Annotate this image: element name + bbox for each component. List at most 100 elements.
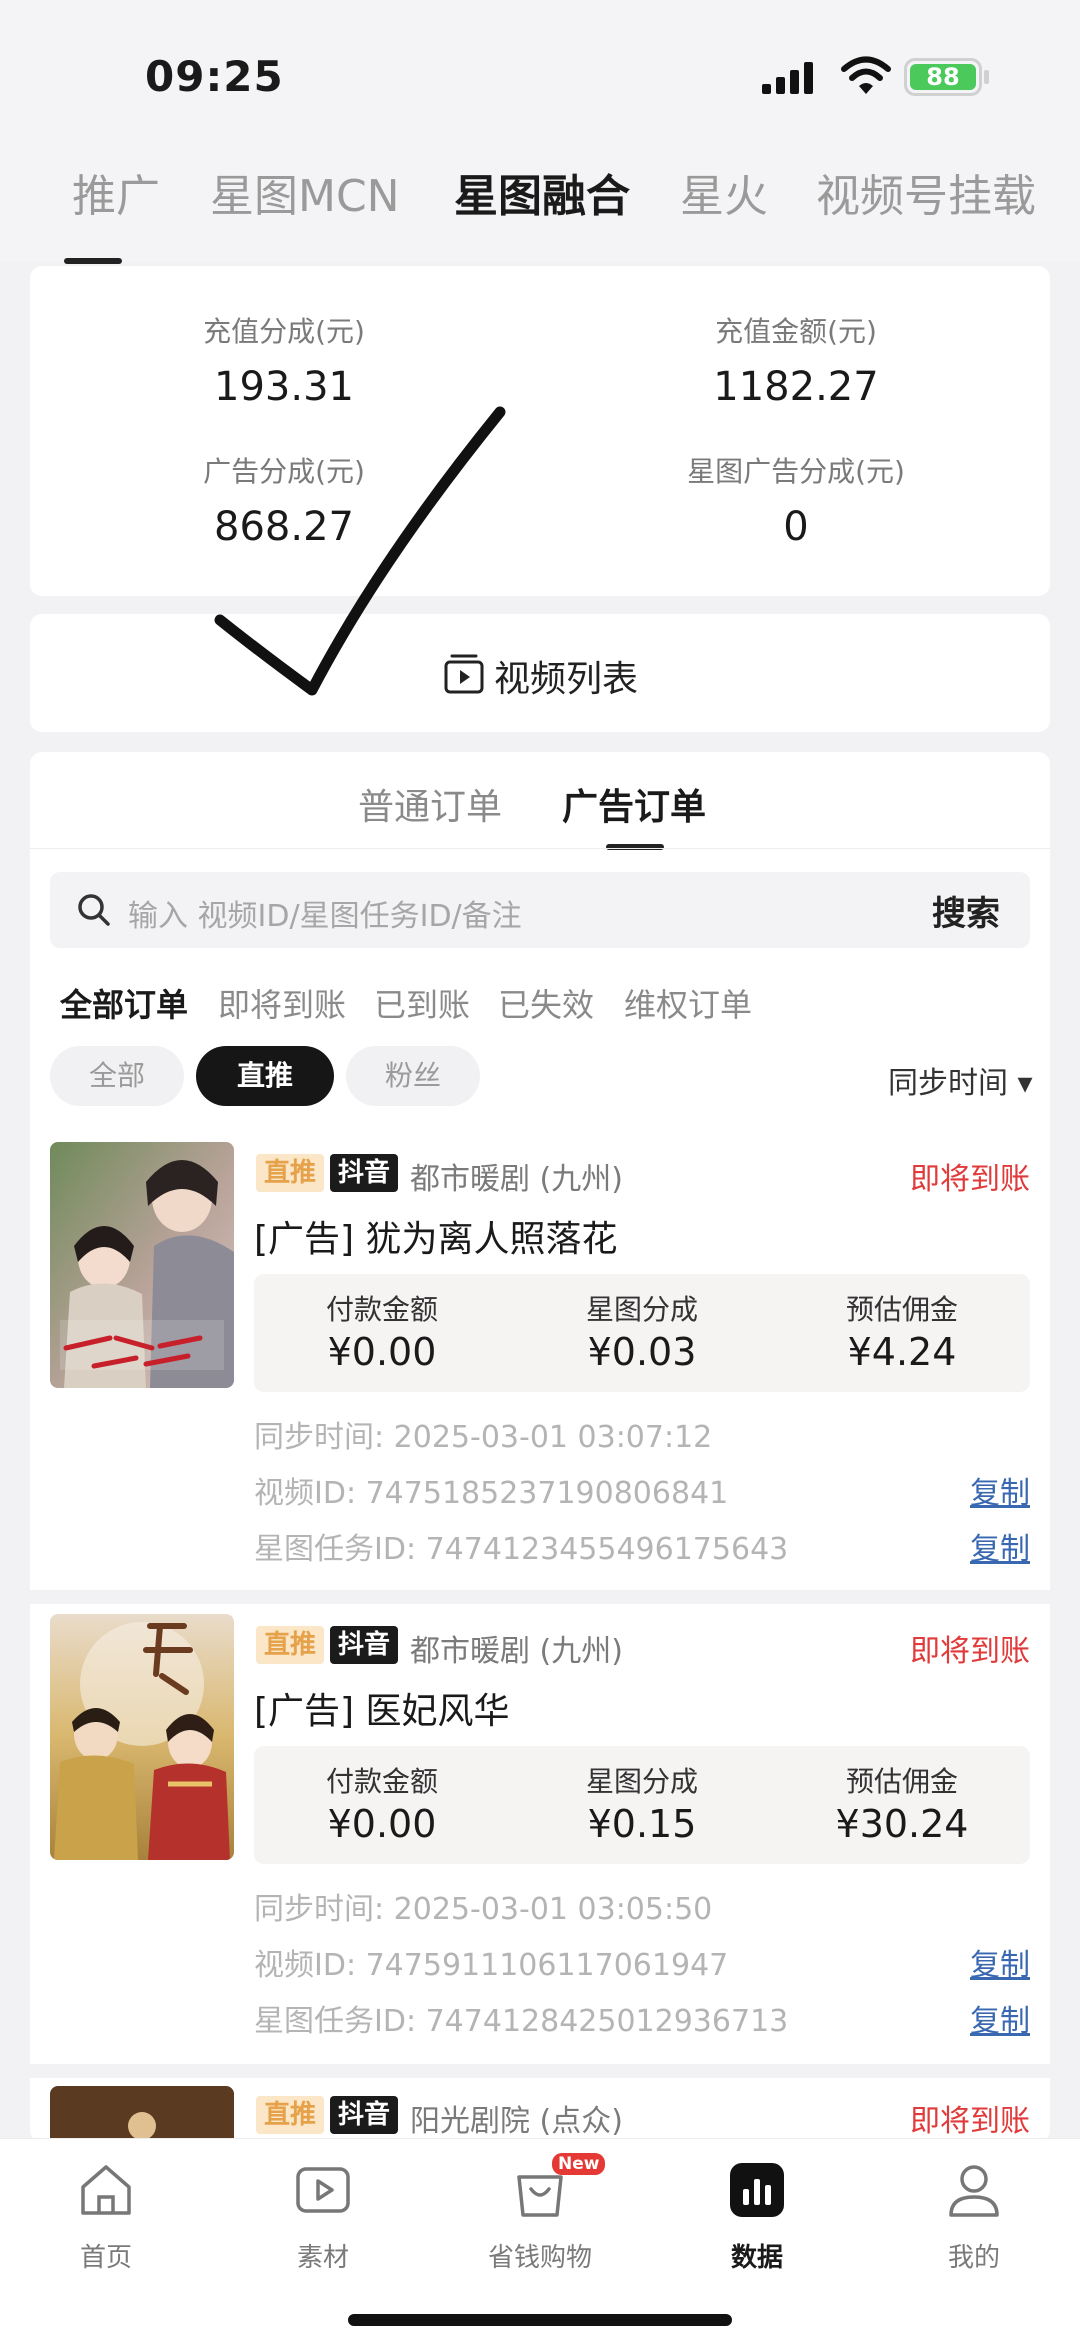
order-category: 都市暖剧 (九州)	[410, 1634, 623, 1669]
divider	[30, 848, 1050, 849]
search-input[interactable]: 输入 视频ID/星图任务ID/备注	[128, 891, 522, 935]
order-title: [广告] 犹为离人照落花	[254, 1219, 618, 1260]
video-id: 视频ID: 7475911106117061947	[254, 1948, 729, 1983]
copy-task-id-button[interactable]: 复制	[970, 1996, 1030, 2040]
earnings-summary-card: 充值分成(元) 193.31 充值金额(元) 1182.27 广告分成(元) 8…	[30, 266, 1050, 596]
drama-cover-image	[50, 2086, 234, 2138]
copy-video-id-button[interactable]: 复制	[970, 1468, 1030, 1512]
summary-label: 充值分成(元)	[203, 315, 365, 348]
filter-expired[interactable]: 已失效	[498, 980, 594, 1026]
tag-direct: 直推	[256, 1154, 325, 1192]
stat-value: ¥0.00	[327, 1802, 437, 1846]
nav-data[interactable]: 数据	[687, 2159, 827, 2274]
separator	[0, 2064, 1080, 2078]
chip-all[interactable]: 全部	[50, 1046, 184, 1106]
video-list-label: 视频列表	[494, 659, 639, 700]
stat-value: ¥30.24	[835, 1802, 969, 1846]
order-tab-indicator	[606, 844, 664, 850]
nav-home[interactable]: 首页	[36, 2159, 176, 2274]
summary-value: 0	[783, 504, 809, 550]
chip-direct[interactable]: 直推	[196, 1046, 334, 1106]
tab-ad-orders[interactable]: 广告订单	[562, 778, 706, 830]
cellular-signal-icon	[762, 62, 813, 94]
task-id: 星图任务ID: 7474128425012936713	[254, 2004, 789, 2039]
battery-level: 88	[910, 64, 976, 90]
order-category: 阳光剧院 (点众)	[410, 2104, 623, 2138]
nav-profile-label: 我的	[947, 2243, 1000, 2273]
sync-time: 同步时间: 2025-03-01 03:07:12	[254, 1420, 713, 1455]
drama-cover-image	[50, 1142, 234, 1388]
summary-label: 充值金额(元)	[715, 315, 877, 348]
tag-direct: 直推	[256, 2096, 325, 2134]
tab-xingtu-ronghe[interactable]: 星图融合	[454, 160, 630, 224]
stat-value: ¥0.00	[327, 1330, 437, 1374]
search-icon	[78, 894, 110, 926]
stat-label: 预估佣金	[845, 1293, 958, 1326]
tag-platform: 抖音	[330, 2096, 399, 2134]
order-status: 即将到账	[910, 1162, 1030, 1197]
search-bar[interactable]: 输入 视频ID/星图任务ID/备注 搜索	[50, 872, 1030, 948]
home-indicator	[348, 2314, 732, 2326]
nav-shopping-label: 省钱购物	[487, 2243, 592, 2273]
search-button[interactable]: 搜索	[932, 886, 1000, 935]
copy-video-id-button[interactable]: 复制	[970, 1940, 1030, 1984]
wifi-icon	[841, 56, 891, 94]
filter-dispute[interactable]: 维权订单	[624, 980, 752, 1026]
filter-all-orders[interactable]: 全部订单	[60, 980, 188, 1026]
status-bar: 09:25 88	[0, 0, 1080, 150]
play-icon	[296, 2167, 350, 2213]
tab-normal-orders[interactable]: 普通订单	[358, 778, 502, 830]
status-time: 09:25	[145, 52, 284, 101]
nav-profile[interactable]: 我的	[904, 2159, 1044, 2274]
video-id: 视频ID: 7475185237190806841	[254, 1476, 729, 1511]
chart-icon	[730, 2163, 784, 2217]
tab-tuiguang[interactable]: 推广	[72, 160, 160, 224]
nav-data-label: 数据	[730, 2243, 783, 2273]
order-stats: 付款金额 ¥0.00 星图分成 ¥0.15 预估佣金 ¥30.24	[254, 1746, 1030, 1864]
nav-home-label: 首页	[79, 2243, 132, 2273]
battery-tip	[984, 70, 989, 84]
order-status: 即将到账	[910, 2104, 1030, 2138]
video-list-icon	[444, 654, 484, 694]
order-item[interactable]: 直推 抖音 阳光剧院 (点众) 即将到账	[0, 2086, 1080, 2138]
profile-icon	[949, 2165, 999, 2217]
drama-cover-image	[50, 1614, 234, 1860]
tag-direct: 直推	[256, 1626, 325, 1664]
stat-value: ¥0.15	[587, 1802, 697, 1846]
summary-label: 星图广告分成(元)	[687, 455, 905, 488]
separator	[0, 1590, 1080, 1604]
nav-materials[interactable]: 素材	[253, 2159, 393, 2274]
summary-value: 868.27	[214, 504, 354, 550]
filter-pending[interactable]: 即将到账	[218, 980, 346, 1026]
stat-label: 付款金额	[325, 1765, 438, 1798]
stat-label: 星图分成	[585, 1293, 698, 1326]
tab-shipinhao[interactable]: 视频号挂载	[816, 160, 1036, 224]
home-icon	[81, 2165, 131, 2215]
stat-value: ¥0.03	[587, 1330, 697, 1374]
order-title: [广告] 医妃风华	[254, 1691, 510, 1732]
order-stats: 付款金额 ¥0.00 星图分成 ¥0.03 预估佣金 ¥4.24	[254, 1274, 1030, 1392]
tag-platform: 抖音	[330, 1626, 399, 1664]
tab-xingtu-mcn[interactable]: 星图MCN	[210, 160, 400, 224]
task-id: 星图任务ID: 7474123455496175643	[254, 1532, 789, 1567]
stat-label: 预估佣金	[845, 1765, 958, 1798]
summary-label: 广告分成(元)	[203, 455, 365, 488]
nav-materials-label: 素材	[296, 2243, 349, 2273]
top-tab-bar: 推广 星图MCN 星图融合 星火 视频号挂载	[0, 150, 1080, 262]
summary-value: 193.31	[214, 364, 354, 410]
chip-fans[interactable]: 粉丝	[346, 1046, 480, 1106]
filter-received[interactable]: 已到账	[374, 980, 470, 1026]
new-badge: New	[552, 2153, 606, 2175]
sort-by-sync-time[interactable]: 同步时间 ▾	[888, 1058, 1033, 1102]
battery-icon: 88	[904, 58, 982, 96]
nav-shopping[interactable]: New 省钱购物	[470, 2153, 610, 2274]
order-status: 即将到账	[910, 1634, 1030, 1669]
tag-platform: 抖音	[330, 1154, 399, 1192]
tab-indicator	[64, 258, 122, 264]
tab-xinghuo[interactable]: 星火	[680, 160, 768, 224]
order-category: 都市暖剧 (九州)	[410, 1162, 623, 1197]
sync-time: 同步时间: 2025-03-01 03:05:50	[254, 1892, 713, 1927]
stat-value: ¥4.24	[847, 1330, 957, 1374]
stat-label: 星图分成	[585, 1765, 698, 1798]
copy-task-id-button[interactable]: 复制	[970, 1524, 1030, 1568]
